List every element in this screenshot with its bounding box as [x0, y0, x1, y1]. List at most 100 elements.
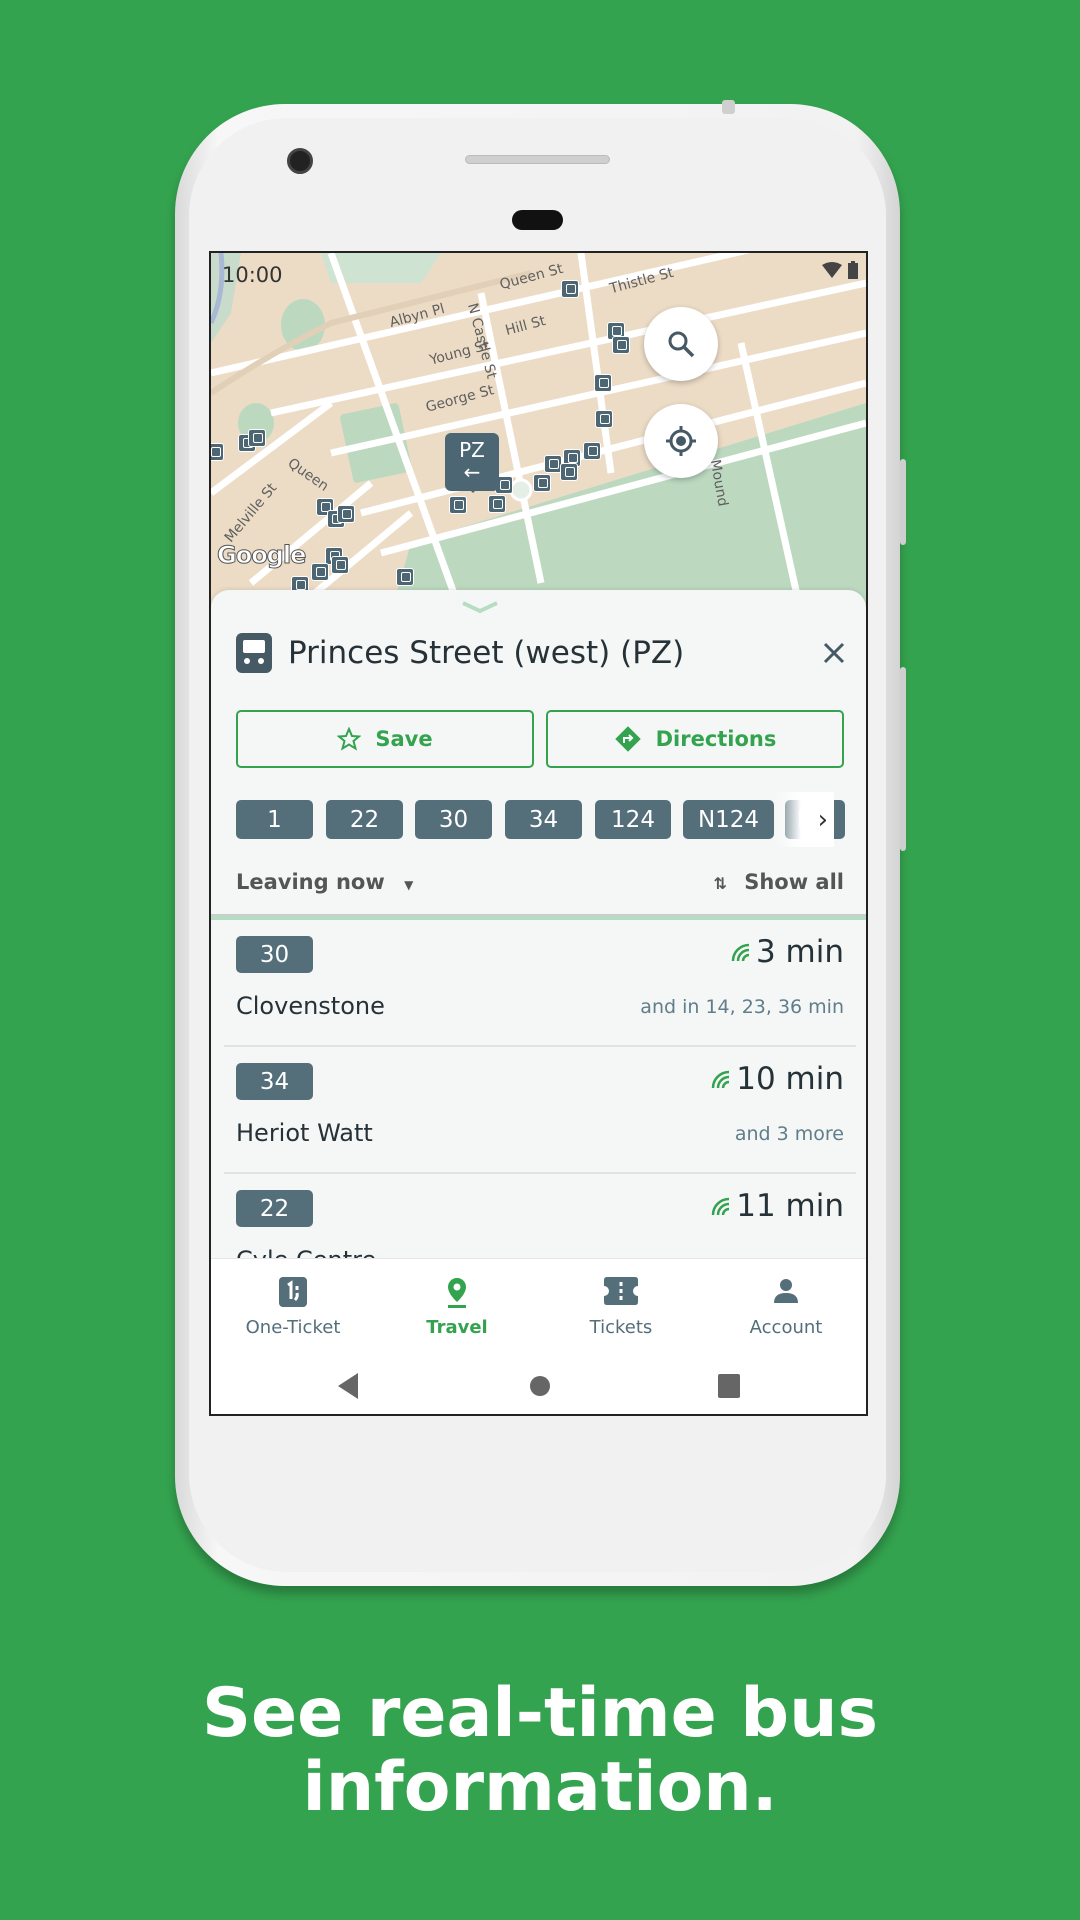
route-chip[interactable]: N124: [683, 800, 774, 839]
ticket-icon: [604, 1277, 638, 1305]
system-navigation-bar: [211, 1359, 866, 1414]
status-time: 10:00: [222, 263, 283, 287]
arrow-left-icon: ←: [463, 460, 481, 484]
bus-stop-icon[interactable]: [396, 568, 414, 586]
star-icon: [337, 727, 362, 751]
bus-stop-icon[interactable]: [612, 336, 630, 354]
google-logo: Google: [216, 541, 306, 570]
bus-stop-icon[interactable]: [337, 505, 355, 523]
battery-icon: [848, 261, 858, 279]
search-button[interactable]: [644, 307, 718, 381]
route-chip: 34: [236, 1063, 313, 1100]
bus-stop-icon[interactable]: [594, 374, 612, 392]
bus-stop-icon[interactable]: [311, 563, 329, 581]
front-camera: [287, 148, 313, 174]
nav-label: One-Ticket: [245, 1317, 341, 1338]
route-chip[interactable]: 22: [326, 800, 403, 839]
destination: Clovenstone: [236, 992, 385, 1020]
map[interactable]: 10:00 Queen St Thistle St Albyn Pl N Cas…: [211, 253, 866, 613]
bus-stop-icon[interactable]: [595, 410, 613, 428]
back-icon[interactable]: [338, 1373, 360, 1399]
dropdown-arrow-icon: ▼: [404, 878, 414, 892]
time-filter-dropdown[interactable]: Leaving now ▼: [236, 870, 413, 894]
sort-icon: ⇅: [713, 874, 727, 893]
show-all-button[interactable]: ⇅ Show all: [714, 870, 845, 894]
marketing-caption: See real-time bus information.: [0, 1677, 1080, 1825]
eta: 10 min: [710, 1061, 844, 1097]
route-chip[interactable]: 34: [505, 800, 582, 839]
show-all-label: Show all: [744, 870, 844, 894]
live-signal-icon: [731, 943, 750, 962]
stop-header: Princes Street (west) (PZ): [236, 632, 846, 674]
route-chip[interactable]: 124: [595, 800, 671, 839]
live-signal-icon: [711, 1070, 730, 1089]
nav-travel[interactable]: Travel: [382, 1259, 532, 1360]
location-pin-icon: [448, 1278, 466, 1308]
wifi-icon: [822, 262, 842, 278]
route-chip: 30: [236, 936, 313, 973]
volume-button: [900, 667, 906, 851]
route-chips: 1 22 30 34 124 N124 N ›: [236, 792, 866, 847]
scroll-right-button[interactable]: ›: [774, 792, 834, 847]
bottom-navigation: One-Ticket Travel Tickets Account: [211, 1258, 866, 1359]
my-location-button[interactable]: [644, 404, 718, 478]
bus-icon: [236, 633, 272, 673]
departure-row[interactable]: 34 Heriot Watt 10 min and 3 more: [211, 1047, 866, 1174]
one-ticket-icon: [279, 1277, 307, 1307]
nav-label: Account: [749, 1317, 823, 1338]
bus-stop-icon[interactable]: [248, 429, 266, 447]
live-signal-icon: [711, 1197, 730, 1216]
save-label: Save: [375, 727, 433, 751]
more-departures: and in 14, 23, 36 min: [640, 996, 844, 1018]
eta-value: 11 min: [736, 1188, 844, 1224]
directions-label: Directions: [655, 727, 777, 751]
destination: Heriot Watt: [236, 1119, 373, 1147]
stop-bottom-sheet: Princes Street (west) (PZ) Save Directio…: [211, 590, 866, 1270]
recents-icon[interactable]: [718, 1374, 740, 1398]
eta: 3 min: [730, 934, 844, 970]
nav-one-ticket[interactable]: One-Ticket: [218, 1259, 368, 1360]
bus-stop-icon[interactable]: [533, 474, 551, 492]
nav-account[interactable]: Account: [711, 1259, 861, 1360]
caption-line-2: information.: [302, 1748, 778, 1827]
account-icon: [774, 1279, 798, 1303]
chevron-down-icon[interactable]: [460, 600, 500, 614]
save-button[interactable]: Save: [236, 710, 534, 768]
nav-tickets[interactable]: Tickets: [546, 1259, 696, 1360]
bus-stop-icon[interactable]: [449, 496, 467, 514]
eta-value: 3 min: [755, 934, 844, 970]
proximity-sensor: [512, 210, 563, 230]
eta-value: 10 min: [736, 1061, 844, 1097]
directions-button[interactable]: Directions: [546, 710, 844, 768]
phone-screen: 10:00 Queen St Thistle St Albyn Pl N Cas…: [209, 251, 868, 1416]
departures-list: 30 Clovenstone 3 min and in 14, 23, 36 m…: [211, 920, 866, 1258]
eta: 11 min: [710, 1188, 844, 1224]
search-icon: [668, 331, 695, 358]
destination: Cyle Centre: [236, 1246, 376, 1258]
status-icons: [822, 261, 858, 279]
route-chip: 22: [236, 1190, 313, 1227]
directions-icon: [614, 726, 641, 752]
route-chip[interactable]: 1: [236, 800, 313, 839]
departure-row[interactable]: 30 Clovenstone 3 min and in 14, 23, 36 m…: [211, 920, 866, 1047]
chevron-right-icon: ›: [817, 804, 828, 835]
speaker-grille: [465, 155, 610, 164]
nav-label: Tickets: [589, 1317, 653, 1338]
bus-stop-icon[interactable]: [488, 495, 506, 513]
selected-stop-marker[interactable]: PZ ←: [445, 433, 499, 493]
home-icon[interactable]: [529, 1375, 551, 1397]
route-chip[interactable]: 30: [415, 800, 492, 839]
departure-row[interactable]: 22 Cyle Centre 11 min: [211, 1174, 866, 1258]
stop-title: Princes Street (west) (PZ): [288, 635, 685, 671]
bus-stop-icon[interactable]: [561, 280, 579, 298]
bus-stop-icon[interactable]: [211, 443, 224, 461]
map-background: [211, 253, 866, 613]
bus-stop-icon[interactable]: [583, 442, 601, 460]
caption-line-1: See real-time bus: [202, 1674, 878, 1753]
bus-stop-icon[interactable]: [560, 463, 578, 481]
nav-label: Travel: [426, 1317, 488, 1338]
bus-stop-icon[interactable]: [331, 556, 349, 574]
power-button: [900, 459, 906, 545]
close-icon[interactable]: [822, 641, 846, 665]
time-filter-label: Leaving now: [236, 870, 385, 894]
